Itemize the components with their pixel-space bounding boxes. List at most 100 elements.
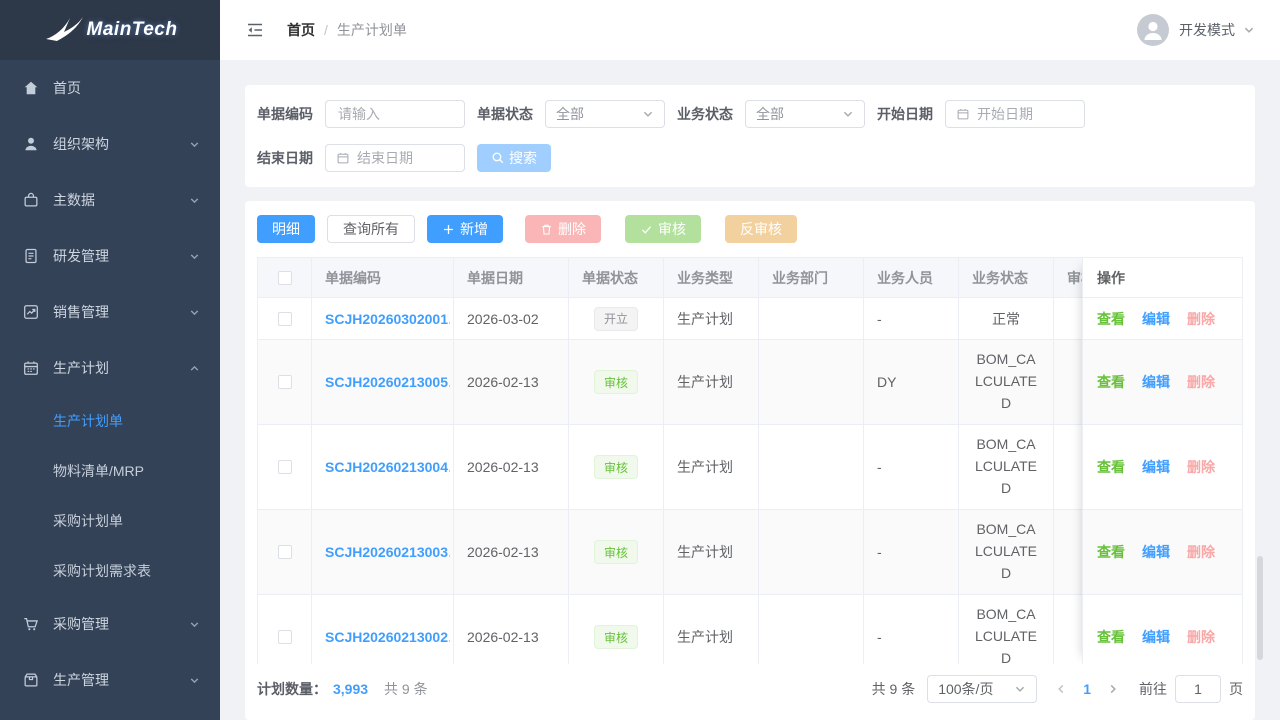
biz-status-select[interactable]: 全部: [745, 100, 865, 128]
sidebar-item-purchase-req[interactable]: 采购计划需求表: [0, 546, 220, 596]
add-button[interactable]: 新增: [427, 215, 503, 243]
chevron-down-icon: [189, 619, 200, 630]
next-page-button[interactable]: [1101, 683, 1125, 695]
data-table: 单据编码 单据日期 单据状态 业务类型 业务部门 业务人员 业务状态 审核人 S…: [257, 257, 1243, 664]
end-date-picker[interactable]: 结束日期: [325, 144, 465, 172]
sidebar-item-label: 首页: [53, 78, 81, 98]
sidebar-item-purchase-mgmt[interactable]: 采购管理: [0, 596, 220, 652]
sidebar-item-bom-mrp[interactable]: 物料清单/MRP: [0, 446, 220, 496]
view-link[interactable]: 查看: [1097, 542, 1125, 562]
row-actions: 查看 编辑 删除: [1083, 298, 1242, 340]
logo-swoosh-icon: [43, 15, 85, 45]
biz-type-cell: 生产计划: [664, 340, 759, 425]
doc-code-link[interactable]: SCJH20260213002…: [325, 629, 450, 645]
edit-link[interactable]: 编辑: [1142, 542, 1170, 562]
goto-page-input[interactable]: [1176, 676, 1220, 702]
start-date-picker[interactable]: 开始日期: [945, 100, 1085, 128]
audit-button[interactable]: 审核: [625, 215, 701, 243]
view-link[interactable]: 查看: [1097, 627, 1125, 647]
biz-type-cell: 生产计划: [664, 298, 759, 340]
person-cell: -: [864, 510, 959, 595]
checkbox-cell: [258, 595, 312, 664]
delete-link[interactable]: 删除: [1187, 542, 1215, 562]
biz-type-cell: 生产计划: [664, 510, 759, 595]
row-checkbox[interactable]: [278, 545, 292, 559]
chevron-down-icon: [842, 108, 854, 120]
delete-button[interactable]: 删除: [525, 215, 601, 243]
check-icon: [640, 223, 653, 236]
cart-icon: [22, 615, 40, 633]
sidebar-item-production-plan-order[interactable]: 生产计划单: [0, 396, 220, 446]
doc-status-select[interactable]: 全部: [545, 100, 665, 128]
current-page[interactable]: 1: [1083, 681, 1091, 697]
dept-cell: [759, 510, 864, 595]
checkbox-cell: [258, 510, 312, 595]
row-actions: 查看 编辑 删除: [1083, 340, 1242, 425]
filter-biz-status: 业务状态 全部: [677, 100, 865, 128]
prev-page-button[interactable]: [1049, 683, 1073, 695]
sidebar-item-rd[interactable]: 研发管理: [0, 228, 220, 284]
col-header-date: 单据日期: [454, 258, 569, 298]
page-size-select[interactable]: 100条/页: [927, 675, 1037, 703]
doc-code-link[interactable]: SCJH20260213004…: [325, 459, 450, 475]
chevron-down-icon: [189, 139, 200, 150]
goto-label: 前往: [1139, 679, 1167, 699]
delete-link[interactable]: 删除: [1187, 457, 1215, 477]
dept-cell: [759, 298, 864, 340]
col-header-biz-type: 业务类型: [664, 258, 759, 298]
main-content: 单据编码 单据状态 全部 业务状态 全部 开始日期: [220, 60, 1280, 720]
view-link[interactable]: 查看: [1097, 309, 1125, 329]
sidebar-fold-icon[interactable]: [245, 20, 265, 40]
sidebar-item-purchase-plan[interactable]: 采购计划单: [0, 496, 220, 546]
status-tag: 审核: [594, 540, 638, 564]
plan-count-label: 计划数量：: [257, 679, 327, 699]
breadcrumb-home[interactable]: 首页: [287, 22, 315, 38]
pagination-bar: 计划数量： 3,993 共 9 条 共 9 条 100条/页 1 前往 页: [257, 664, 1243, 720]
select-all-checkbox[interactable]: [278, 271, 292, 285]
filter-start-date: 开始日期 开始日期: [877, 100, 1085, 128]
sidebar-item-master-data[interactable]: 主数据: [0, 172, 220, 228]
doc-code-link[interactable]: SCJH20260213003…: [325, 544, 450, 560]
row-checkbox[interactable]: [278, 460, 292, 474]
dept-cell: [759, 595, 864, 664]
sidebar-item-production-plan[interactable]: 生产计划: [0, 340, 220, 396]
doc-code-link[interactable]: SCJH20260302001…: [325, 311, 450, 327]
breadcrumb-current: 生产计划单: [337, 22, 407, 38]
edit-link[interactable]: 编辑: [1142, 627, 1170, 647]
avatar: [1137, 14, 1169, 46]
edit-link[interactable]: 编辑: [1142, 372, 1170, 392]
row-checkbox[interactable]: [278, 375, 292, 389]
delete-link[interactable]: 删除: [1187, 372, 1215, 392]
sidebar-nav: 首页 组织架构 主数据 研发管理 销售管理 生产计划 生产计划单: [0, 60, 220, 708]
filter-doc-status: 单据状态 全部: [477, 100, 665, 128]
edit-link[interactable]: 编辑: [1142, 309, 1170, 329]
doc-code-link[interactable]: SCJH20260213005…: [325, 374, 450, 390]
checkbox-cell: [258, 298, 312, 340]
search-button[interactable]: 搜索: [477, 144, 551, 172]
sidebar-item-org[interactable]: 组织架构: [0, 116, 220, 172]
unaudit-button[interactable]: 反审核: [725, 215, 797, 243]
row-checkbox[interactable]: [278, 312, 292, 326]
sidebar-item-sales[interactable]: 销售管理: [0, 284, 220, 340]
row-checkbox[interactable]: [278, 630, 292, 644]
sidebar-item-production-mgmt[interactable]: 生产管理: [0, 652, 220, 708]
vertical-scrollbar-thumb[interactable]: [1257, 556, 1263, 660]
query-all-button-label: 查询所有: [343, 219, 399, 239]
view-link[interactable]: 查看: [1097, 372, 1125, 392]
edit-link[interactable]: 编辑: [1142, 457, 1170, 477]
doc-code-input[interactable]: [338, 101, 452, 127]
delete-link[interactable]: 删除: [1187, 627, 1215, 647]
sidebar-item-home[interactable]: 首页: [0, 60, 220, 116]
detail-button[interactable]: 明细: [257, 215, 315, 243]
biz-status-cell: BOM_CALCULATED: [959, 425, 1054, 510]
table-toolbar: 明细 查询所有 新增 删除 审核 反审核: [257, 215, 1243, 243]
chevron-down-icon: [1243, 24, 1255, 36]
user-menu[interactable]: 开发模式: [1137, 14, 1255, 46]
plan-count-value: 3,993: [333, 681, 368, 697]
chevron-down-icon: [189, 675, 200, 686]
doc-status-value: 全部: [556, 104, 584, 124]
chevron-up-icon: [189, 363, 200, 374]
view-link[interactable]: 查看: [1097, 457, 1125, 477]
query-all-button[interactable]: 查询所有: [327, 215, 415, 243]
delete-link[interactable]: 删除: [1187, 309, 1215, 329]
